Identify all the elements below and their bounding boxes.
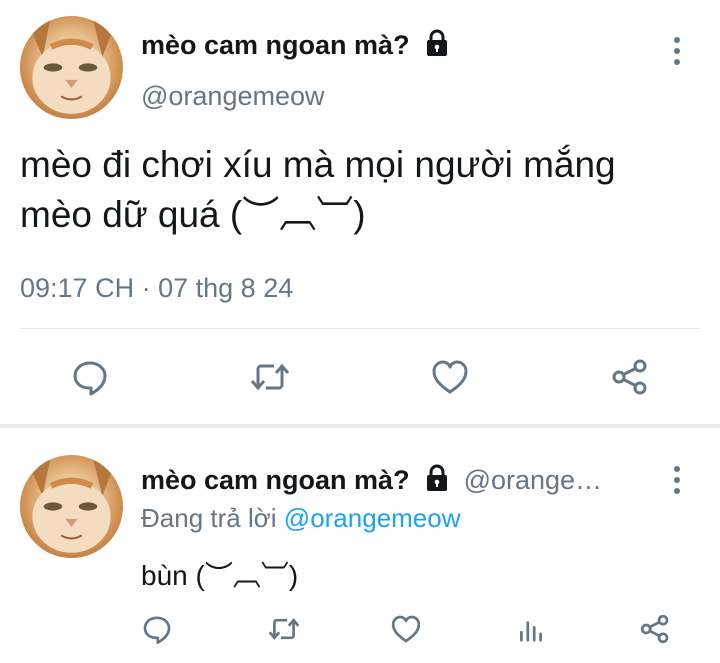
lock-icon [422,463,452,498]
share-button[interactable] [636,610,674,648]
reply-text: bùn (︶︹︺) [141,560,299,591]
retweet-icon [268,618,300,640]
heart-icon [432,360,468,394]
more-dot [674,48,680,54]
display-name[interactable]: mèo cam ngoan mà? [141,465,410,496]
share-icon [640,614,669,644]
more-dot [674,59,680,65]
handle[interactable]: @orangemeow [141,81,325,112]
display-name[interactable]: mèo cam ngoan mà? [141,30,410,61]
analytics-icon [520,621,542,642]
share-button[interactable] [608,355,652,399]
more-dot [674,477,680,483]
reply-button[interactable] [138,610,176,648]
replying-to-label: Đang trả lời [141,503,277,533]
handle[interactable]: @orange… [464,465,602,496]
section-divider [0,424,720,428]
more-options-button[interactable] [669,37,685,65]
like-button[interactable] [387,610,425,648]
cat-photo-icon [25,16,118,114]
retweet-button[interactable] [247,355,293,399]
like-button[interactable] [428,355,472,399]
retweet-button[interactable] [264,610,304,648]
replying-to-mention[interactable]: @orangemeow [284,503,461,533]
more-dot [674,466,680,472]
reply-icon [73,361,107,396]
cat-photo-icon [25,455,118,553]
divider [20,328,700,329]
heart-icon [391,615,421,643]
reply-button[interactable] [68,355,112,399]
tweet-text-line: mèo dữ quá (︶︹︺) [20,194,366,235]
date[interactable]: 07 thg 8 24 [158,273,293,303]
more-dot [674,37,680,43]
timestamp[interactable]: 09:17 CH [20,273,134,303]
more-dot [674,488,680,494]
retweet-icon [250,363,290,391]
reply-icon [143,616,171,644]
avatar[interactable] [20,16,123,119]
share-icon [612,359,647,395]
avatar[interactable] [20,455,123,558]
more-options-button[interactable] [669,466,685,494]
analytics-button[interactable] [512,610,550,648]
separator: · [141,273,151,303]
lock-icon [422,28,452,63]
tweet-text-line: mèo đi chơi xíu mà mọi người mắng [20,144,616,185]
